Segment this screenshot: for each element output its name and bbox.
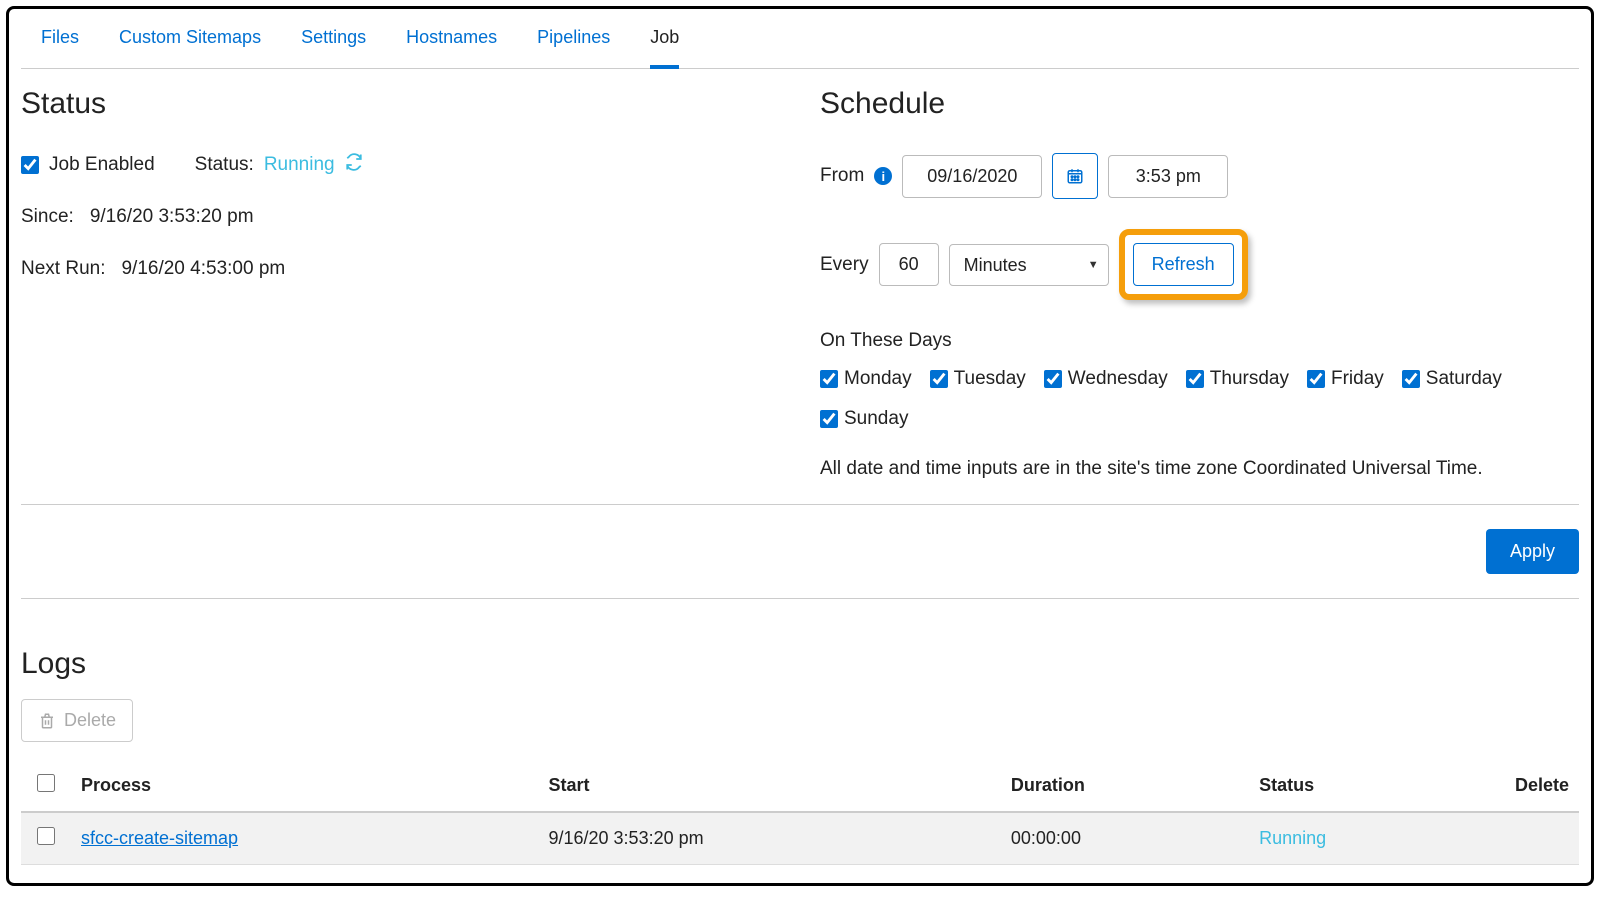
log-row: sfcc-create-sitemap 9/16/20 3:53:20 pm 0…: [21, 812, 1579, 865]
logs-section: Logs Delete Process Start Duration Statu…: [21, 647, 1579, 865]
row-duration: 00:00:00: [1001, 812, 1249, 865]
tab-settings[interactable]: Settings: [301, 27, 366, 58]
trash-icon: [38, 712, 56, 730]
day-label: Friday: [1331, 368, 1384, 390]
apply-button[interactable]: Apply: [1486, 529, 1579, 574]
info-icon[interactable]: i: [874, 167, 892, 185]
calendar-button[interactable]: [1052, 153, 1098, 199]
tab-custom-sitemaps[interactable]: Custom Sitemaps: [119, 27, 261, 58]
col-delete: Delete: [1479, 760, 1579, 812]
day-friday-checkbox[interactable]: [1307, 370, 1325, 388]
every-value-input[interactable]: [879, 243, 939, 286]
col-duration: Duration: [1001, 760, 1249, 812]
tab-hostnames[interactable]: Hostnames: [406, 27, 497, 58]
logs-table: Process Start Duration Status Delete sfc…: [21, 760, 1579, 865]
every-label: Every: [820, 254, 869, 276]
delete-logs-button[interactable]: Delete: [21, 699, 133, 742]
select-all-checkbox[interactable]: [37, 774, 55, 792]
row-start: 9/16/20 3:53:20 pm: [538, 812, 1000, 865]
since-value: 9/16/20 3:53:20 pm: [90, 206, 254, 228]
timezone-note: All date and time inputs are in the site…: [820, 458, 1579, 480]
refresh-button[interactable]: Refresh: [1133, 243, 1234, 286]
col-process: Process: [71, 760, 538, 812]
refresh-highlight: Refresh: [1119, 229, 1248, 300]
col-status: Status: [1249, 760, 1479, 812]
process-link[interactable]: sfcc-create-sitemap: [81, 828, 238, 848]
every-unit-select[interactable]: Minutes: [949, 244, 1109, 286]
col-start: Start: [538, 760, 1000, 812]
status-section: Status Job Enabled Status: Running Since…: [21, 87, 780, 480]
day-saturday-checkbox[interactable]: [1402, 370, 1420, 388]
next-run-value: 9/16/20 4:53:00 pm: [121, 258, 285, 280]
day-label: Tuesday: [954, 368, 1026, 390]
from-time-input[interactable]: [1108, 155, 1228, 198]
job-enabled-checkbox[interactable]: [21, 156, 39, 174]
day-label: Thursday: [1210, 368, 1289, 390]
row-checkbox[interactable]: [37, 827, 55, 845]
day-sunday-checkbox[interactable]: [820, 410, 838, 428]
refresh-status-icon[interactable]: [345, 153, 363, 176]
day-monday-checkbox[interactable]: [820, 370, 838, 388]
on-days-label: On These Days: [820, 330, 1579, 352]
schedule-section: Schedule From i Every: [820, 87, 1579, 480]
since-label: Since:: [21, 206, 74, 228]
day-tuesday-checkbox[interactable]: [930, 370, 948, 388]
day-label: Saturday: [1426, 368, 1502, 390]
day-label: Wednesday: [1068, 368, 1168, 390]
day-label: Monday: [844, 368, 912, 390]
day-wednesday-checkbox[interactable]: [1044, 370, 1062, 388]
status-value: Running: [264, 154, 335, 176]
from-label: From: [820, 165, 864, 187]
status-label: Status:: [195, 154, 254, 176]
row-status: Running: [1259, 828, 1326, 848]
status-heading: Status: [21, 87, 780, 121]
day-label: Sunday: [844, 408, 908, 430]
tab-files[interactable]: Files: [41, 27, 79, 58]
tab-nav: Files Custom Sitemaps Settings Hostnames…: [21, 19, 1579, 69]
tab-pipelines[interactable]: Pipelines: [537, 27, 610, 58]
job-enabled-label: Job Enabled: [49, 154, 155, 176]
delete-label: Delete: [64, 710, 116, 731]
next-run-label: Next Run:: [21, 258, 105, 280]
day-checkbox-group: Monday Tuesday Wednesday Thursday Friday…: [820, 368, 1579, 430]
from-date-input[interactable]: [902, 155, 1042, 198]
logs-heading: Logs: [21, 647, 1579, 681]
schedule-heading: Schedule: [820, 87, 1579, 121]
day-thursday-checkbox[interactable]: [1186, 370, 1204, 388]
tab-job[interactable]: Job: [650, 27, 679, 69]
